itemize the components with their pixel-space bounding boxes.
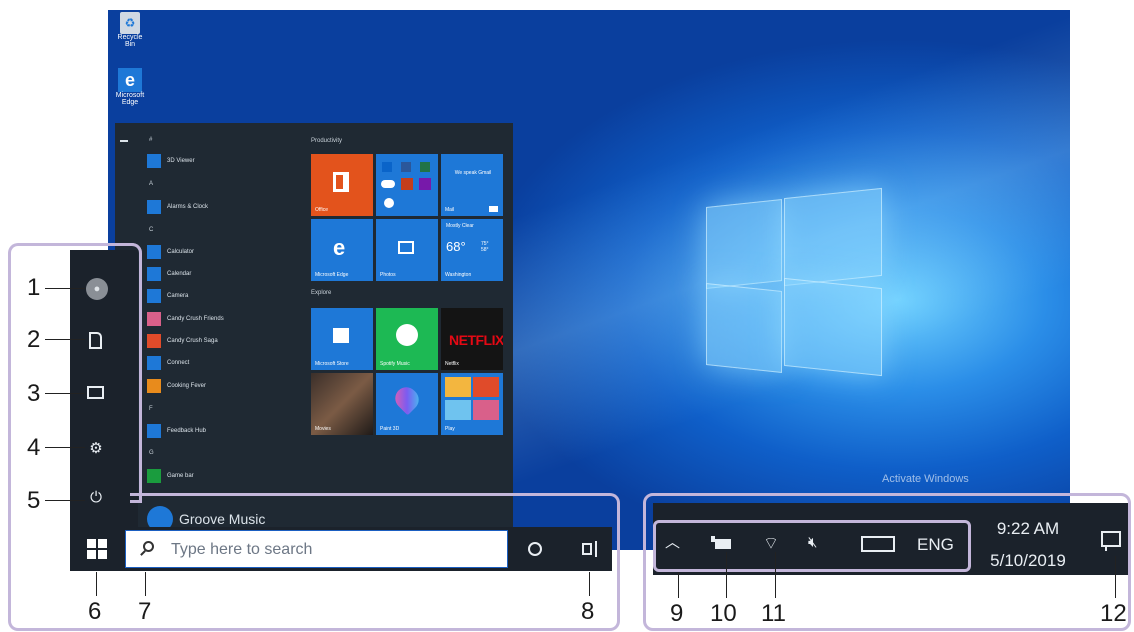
- callout-leader: [678, 572, 679, 598]
- tile-play[interactable]: Play: [441, 373, 503, 435]
- windows-logo-pane: [784, 277, 882, 377]
- callout-9: 9: [670, 600, 684, 627]
- activate-windows-watermark: Activate Windows: [882, 473, 969, 485]
- game-thumb-icon: [445, 377, 471, 397]
- tile-edge[interactable]: e Microsoft Edge: [311, 219, 373, 281]
- photos-icon: [398, 241, 414, 254]
- callout-8: 8: [581, 598, 595, 625]
- callout-leader: [145, 572, 146, 596]
- app-item-cooking-fever[interactable]: Cooking Fever: [147, 379, 206, 393]
- tile-netflix[interactable]: NETFLIX Netflix: [441, 308, 503, 370]
- tile-weather[interactable]: Mostly Clear 68° 75° 58° Washington: [441, 219, 503, 281]
- tile-movies[interactable]: Movies: [311, 373, 373, 435]
- outlook-icon: [382, 162, 392, 172]
- app-list-letter[interactable]: #: [149, 137, 152, 143]
- callout-leader: [589, 572, 590, 596]
- recycle-bin-icon: ♻: [120, 12, 140, 34]
- app-list-letter[interactable]: F: [149, 406, 153, 412]
- app-item-game-bar[interactable]: Game bar: [147, 469, 194, 483]
- app-item-calculator[interactable]: Calculator: [147, 245, 194, 259]
- callout-leader: [45, 500, 85, 501]
- app-item-candy-crush-friends[interactable]: Candy Crush Friends: [147, 312, 224, 326]
- highlight-frame-bottom: [130, 493, 620, 631]
- powerpoint-icon: [401, 178, 413, 190]
- windows-logo-pane: [784, 187, 882, 287]
- candy-crush-friends-icon: [147, 312, 161, 326]
- app-item-calendar[interactable]: Calendar: [147, 267, 191, 281]
- callout-leader: [96, 572, 97, 596]
- tile-mail[interactable]: We speak Gmail Mail: [441, 154, 503, 216]
- app-item-alarms[interactable]: Alarms & Clock: [147, 200, 208, 214]
- callout-leader: [45, 393, 85, 394]
- app-item-camera[interactable]: Camera: [147, 289, 188, 303]
- spotify-icon: [396, 324, 418, 346]
- callout-leader: [45, 447, 85, 448]
- callout-6: 6: [88, 598, 102, 625]
- app-item-3d-viewer[interactable]: 3D Viewer: [147, 154, 195, 168]
- callout-7: 7: [138, 598, 152, 625]
- tile-office[interactable]: Office: [311, 154, 373, 216]
- callout-leader: [45, 339, 85, 340]
- calculator-icon: [147, 245, 161, 259]
- excel-icon: [420, 162, 430, 172]
- edge-icon: e: [118, 68, 142, 92]
- edge-shortcut[interactable]: e Microsoft Edge: [112, 68, 148, 106]
- callout-4: 4: [27, 434, 41, 461]
- callout-3: 3: [27, 380, 41, 407]
- paint-3d-icon: [390, 382, 424, 416]
- app-item-feedback-hub[interactable]: Feedback Hub: [147, 424, 206, 438]
- edge-icon: e: [333, 235, 346, 260]
- mail-icon: [489, 206, 498, 212]
- game-thumb-icon: [473, 377, 499, 397]
- app-list-letter[interactable]: C: [149, 227, 153, 233]
- app-item-connect[interactable]: Connect: [147, 356, 189, 370]
- windows-logo-pane: [706, 283, 782, 373]
- game-thumb-icon: [445, 400, 471, 420]
- alarm-clock-icon: [147, 200, 161, 214]
- callout-leader: [775, 552, 776, 598]
- candy-crush-saga-icon: [147, 334, 161, 348]
- recycle-bin-shortcut[interactable]: ♻ Recycle Bin: [112, 12, 148, 48]
- camera-icon: [147, 289, 161, 303]
- app-list-letter[interactable]: G: [149, 450, 154, 456]
- tile-group-label: Explore: [311, 290, 332, 296]
- callout-leader: [726, 552, 727, 598]
- word-icon: [401, 162, 411, 172]
- highlight-frame-left-top: [130, 243, 142, 503]
- tile-app-folder[interactable]: [376, 154, 438, 216]
- calendar-icon: [147, 267, 161, 281]
- callout-1: 1: [27, 274, 41, 301]
- onedrive-icon: [381, 180, 395, 188]
- tile-microsoft-store[interactable]: Microsoft Store: [311, 308, 373, 370]
- callout-2: 2: [27, 326, 41, 353]
- tile-paint-3d[interactable]: Paint 3D: [376, 373, 438, 435]
- tile-group-label: Productivity: [311, 138, 343, 144]
- callout-leader: [45, 288, 85, 289]
- onenote-icon: [419, 178, 431, 190]
- app-list-letter[interactable]: A: [149, 181, 153, 187]
- game-bar-icon: [147, 469, 161, 483]
- app-item-candy-crush-saga[interactable]: Candy Crush Saga: [147, 334, 218, 348]
- store-bag-icon: [333, 328, 349, 343]
- feedback-hub-icon: [147, 424, 161, 438]
- hamburger-icon[interactable]: [120, 140, 128, 142]
- callout-12: 12: [1100, 600, 1127, 627]
- office-icon: [333, 172, 349, 192]
- skype-icon: [384, 198, 394, 208]
- callout-leader: [1115, 556, 1116, 598]
- windows-logo-pane: [706, 199, 782, 289]
- start-menu: # 3D Viewer A Alarms & Clock C Calculato…: [115, 123, 513, 550]
- netflix-logo: NETFLIX: [449, 332, 503, 348]
- callout-5: 5: [27, 487, 41, 514]
- tile-photos[interactable]: Photos: [376, 219, 438, 281]
- tile-spotify[interactable]: Spotify Music: [376, 308, 438, 370]
- callout-10: 10: [710, 600, 737, 627]
- game-thumb-icon: [473, 400, 499, 420]
- 3d-viewer-icon: [147, 154, 161, 168]
- connect-icon: [147, 356, 161, 370]
- callout-11: 11: [761, 600, 786, 627]
- cooking-fever-icon: [147, 379, 161, 393]
